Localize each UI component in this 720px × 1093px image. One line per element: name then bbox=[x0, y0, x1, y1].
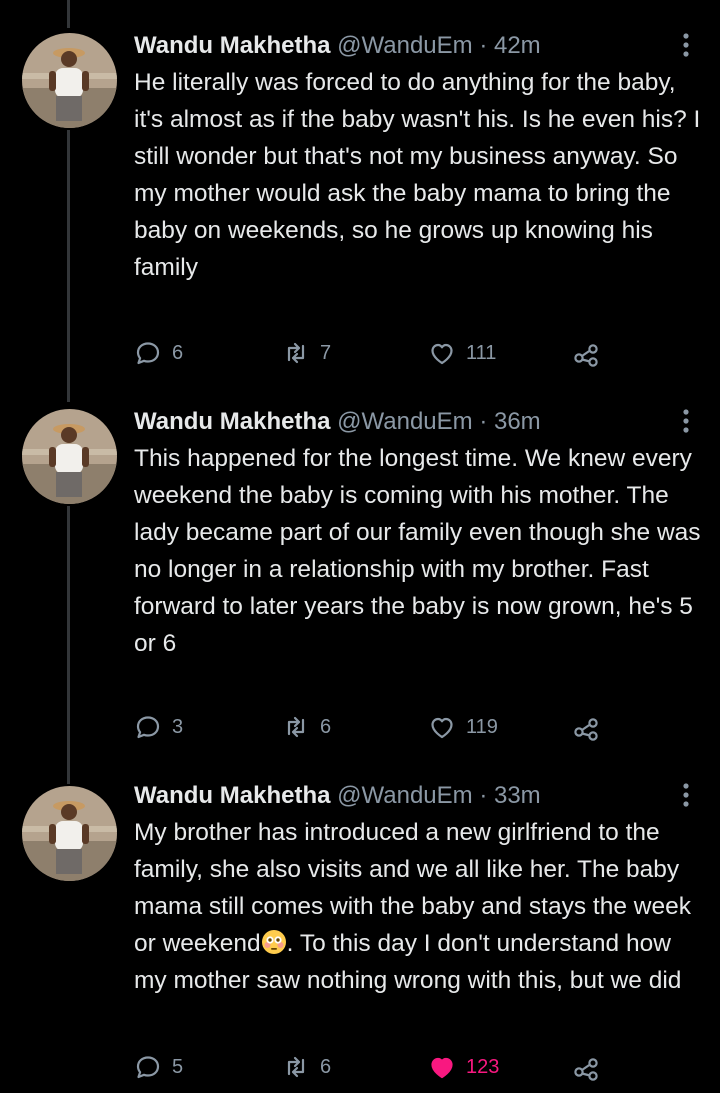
heart-filled-icon bbox=[431, 1057, 453, 1079]
tweet-text: My brother has introduced a new girlfrie… bbox=[134, 814, 709, 999]
reply-count: 3 bbox=[172, 715, 184, 738]
share-button[interactable] bbox=[572, 336, 600, 370]
reply-count: 5 bbox=[172, 1055, 184, 1078]
avatar[interactable] bbox=[22, 33, 117, 128]
share-button[interactable] bbox=[572, 1050, 600, 1084]
more-options-icon[interactable] bbox=[676, 406, 696, 436]
reply-button[interactable]: 6 bbox=[134, 336, 183, 370]
like-count: 119 bbox=[466, 715, 498, 738]
author-handle[interactable]: @WanduEm bbox=[337, 32, 473, 59]
reply-icon bbox=[136, 716, 160, 739]
separator: · bbox=[479, 408, 488, 435]
share-icon bbox=[574, 1058, 598, 1081]
retweet-count: 7 bbox=[320, 341, 332, 364]
retweet-icon bbox=[287, 1056, 305, 1078]
author-name[interactable]: Wandu Makhetha bbox=[134, 408, 330, 435]
tweet-actions: 5 6 123 bbox=[134, 1050, 614, 1084]
separator: · bbox=[479, 782, 488, 809]
share-button[interactable] bbox=[572, 710, 600, 744]
reply-icon bbox=[136, 1056, 160, 1079]
avatar-image bbox=[22, 786, 117, 881]
like-count: 111 bbox=[466, 341, 497, 364]
tweet-actions: 6 7 111 bbox=[134, 336, 614, 370]
avatar[interactable] bbox=[22, 409, 117, 504]
timestamp[interactable]: 42m bbox=[494, 32, 541, 59]
avatar-image bbox=[22, 409, 117, 504]
tweet-header: Wandu Makhetha @WanduEm · 33m bbox=[134, 778, 541, 814]
like-button[interactable]: 111 bbox=[428, 336, 496, 370]
avatar[interactable] bbox=[22, 786, 117, 881]
tweet-actions: 3 6 119 bbox=[134, 710, 614, 744]
author-name[interactable]: Wandu Makhetha bbox=[134, 32, 330, 59]
like-button[interactable]: 123 bbox=[428, 1050, 499, 1084]
tweet[interactable]: Wandu Makhetha @WanduEm · 33m My brother… bbox=[0, 778, 720, 1093]
like-count: 123 bbox=[466, 1055, 500, 1078]
avatar-image bbox=[22, 33, 117, 128]
timestamp[interactable]: 36m bbox=[494, 408, 541, 435]
retweet-button[interactable]: 6 bbox=[282, 1050, 331, 1084]
tweet[interactable]: Wandu Makhetha @WanduEm · 42m He literal… bbox=[0, 28, 720, 373]
retweet-count: 6 bbox=[320, 1055, 332, 1078]
separator: · bbox=[479, 32, 488, 59]
reply-icon bbox=[136, 342, 160, 365]
tweet-text: He literally was forced to do anything f… bbox=[134, 69, 701, 281]
heart-icon bbox=[431, 717, 453, 739]
thread-line-top bbox=[67, 0, 70, 28]
retweet-icon bbox=[287, 342, 305, 364]
author-handle[interactable]: @WanduEm bbox=[337, 782, 473, 809]
reply-count: 6 bbox=[172, 341, 184, 364]
tweet-text: This happened for the longest time. We k… bbox=[134, 445, 701, 657]
more-options-icon[interactable] bbox=[676, 30, 696, 60]
tweet-header: Wandu Makhetha @WanduEm · 42m bbox=[134, 28, 541, 64]
flushed-face-icon bbox=[261, 929, 287, 955]
author-name[interactable]: Wandu Makhetha bbox=[134, 782, 330, 809]
more-options-icon[interactable] bbox=[676, 780, 696, 810]
retweet-button[interactable]: 6 bbox=[282, 710, 331, 744]
retweet-count: 6 bbox=[320, 715, 332, 738]
author-handle[interactable]: @WanduEm bbox=[337, 408, 473, 435]
retweet-button[interactable]: 7 bbox=[282, 336, 331, 370]
retweet-icon bbox=[287, 716, 305, 738]
reply-button[interactable]: 5 bbox=[134, 1050, 183, 1084]
heart-icon bbox=[431, 343, 453, 365]
like-button[interactable]: 119 bbox=[428, 710, 498, 744]
reply-button[interactable]: 3 bbox=[134, 710, 183, 744]
share-icon bbox=[574, 344, 598, 367]
tweet[interactable]: Wandu Makhetha @WanduEm · 36m This happe… bbox=[0, 404, 720, 749]
tweet-header: Wandu Makhetha @WanduEm · 36m bbox=[134, 404, 541, 440]
share-icon bbox=[574, 718, 598, 741]
timestamp[interactable]: 33m bbox=[494, 782, 541, 809]
